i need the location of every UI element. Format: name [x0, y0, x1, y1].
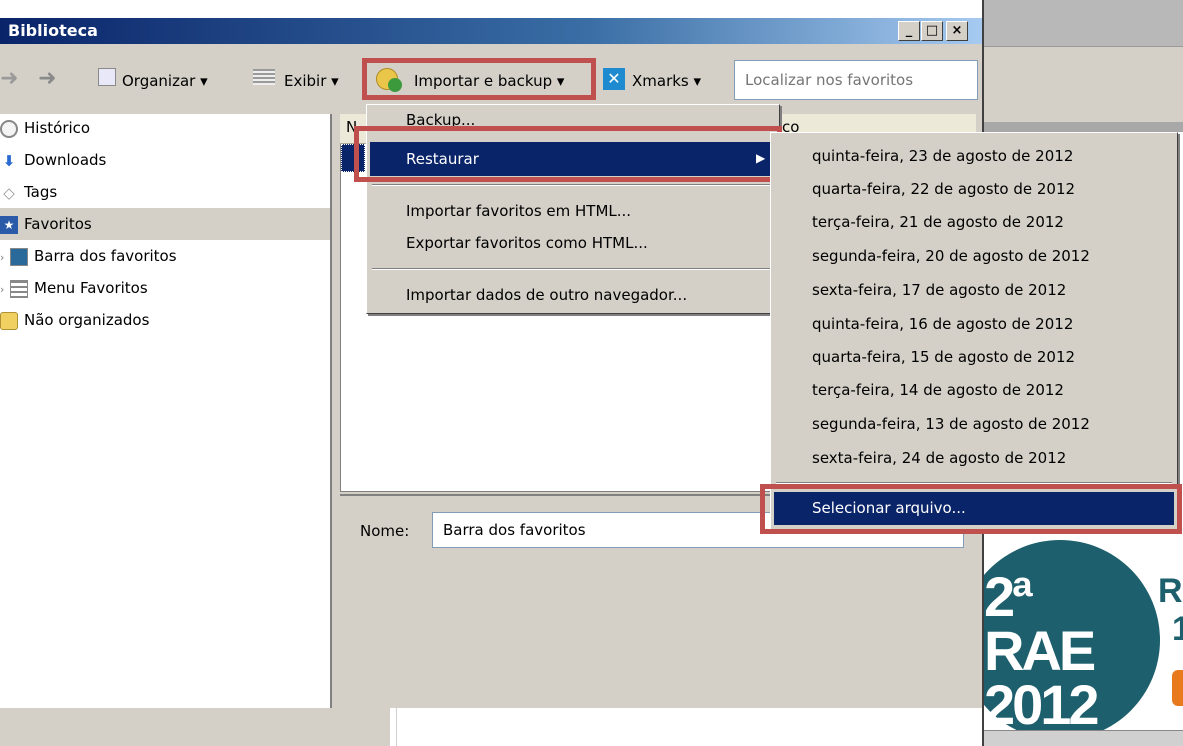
- backup-date-item[interactable]: quarta-feira, 22 de agosto de 2012: [774, 173, 1174, 206]
- close-button[interactable]: ×: [946, 21, 968, 41]
- organize-icon: [98, 68, 116, 86]
- tree-item-nao-organizados[interactable]: Não organizados: [0, 304, 330, 336]
- name-label: Nome:: [360, 522, 410, 540]
- tree-item-label: Tags: [24, 183, 58, 201]
- backup-date-item[interactable]: sexta-feira, 24 de agosto de 2012: [774, 442, 1174, 475]
- organize-menu-button[interactable]: Organizar ▾: [122, 72, 208, 90]
- background-toolbar: [984, 46, 1183, 122]
- backup-date-item[interactable]: terça-feira, 21 de agosto de 2012: [774, 206, 1174, 239]
- background-divider: [984, 122, 1183, 132]
- backup-date-item[interactable]: segunda-feira, 13 de agosto de 2012: [774, 408, 1174, 441]
- forward-arrow-icon[interactable]: ➜: [38, 66, 56, 91]
- restaurar-highlight: [354, 126, 782, 182]
- tree-item-menu-favoritos[interactable]: › Menu Favoritos: [0, 272, 330, 304]
- star-icon: ★: [0, 215, 18, 234]
- menu-item-exportar-html[interactable]: Exportar favoritos como HTML...: [370, 226, 776, 260]
- download-arrow-icon: ⬇: [2, 151, 16, 170]
- xmarks-menu-button[interactable]: Xmarks ▾: [632, 72, 701, 90]
- backup-date-item[interactable]: quinta-feira, 23 de agosto de 2012: [774, 140, 1174, 173]
- bookmarks-menu-icon: [10, 279, 28, 298]
- tree-item-label: Não organizados: [24, 311, 150, 329]
- tree-item-label: Favoritos: [24, 215, 92, 233]
- tree-item-label: Downloads: [24, 151, 107, 169]
- menu-separator: [372, 184, 772, 186]
- window-titlebar: Biblioteca: [0, 18, 982, 44]
- background-titlebar: [984, 0, 1183, 46]
- window-top-area: [0, 0, 982, 18]
- tree-item-historico[interactable]: Histórico: [0, 112, 330, 144]
- clock-icon: [0, 119, 18, 138]
- chevron-right-icon[interactable]: ›: [0, 242, 10, 274]
- tree-item-label: Barra dos favoritos: [34, 247, 177, 265]
- backup-date-item[interactable]: terça-feira, 14 de agosto de 2012: [774, 374, 1174, 407]
- tree-item-label: Histórico: [24, 119, 91, 137]
- menu-item-importar-dados[interactable]: Importar dados de outro navegador...: [370, 278, 776, 312]
- rae-logo-text: 2ª RAE 2012: [984, 565, 1144, 736]
- backup-date-item[interactable]: quinta-feira, 16 de agosto de 2012: [774, 308, 1174, 341]
- menu-separator: [372, 268, 772, 270]
- menu-item-importar-html[interactable]: Importar favoritos em HTML...: [370, 194, 776, 228]
- rae-logo-line2: 2012: [984, 673, 1100, 736]
- tree-item-downloads[interactable]: ⬇ Downloads: [0, 144, 330, 176]
- tree-item-label: Menu Favoritos: [34, 279, 148, 297]
- xmarks-icon: ✕: [603, 68, 625, 90]
- tree-item-tags[interactable]: ◇ Tags: [0, 176, 330, 208]
- backup-date-item[interactable]: sexta-feira, 17 de agosto de 2012: [774, 274, 1174, 307]
- bottom-left-area: [0, 708, 390, 746]
- backup-date-item[interactable]: segunda-feira, 20 de agosto de 2012: [774, 240, 1174, 273]
- chevron-right-icon[interactable]: ›: [0, 274, 10, 306]
- bottom-page-content: [396, 708, 892, 746]
- select-file-highlight: [760, 484, 1182, 534]
- tree-item-barra-favoritos[interactable]: › Barra dos favoritos: [0, 240, 330, 272]
- back-arrow-icon[interactable]: ➜: [0, 66, 18, 91]
- banner-side-text: Re: [1158, 572, 1183, 610]
- maximize-button[interactable]: □: [921, 21, 943, 41]
- backup-date-item[interactable]: quarta-feira, 15 de agosto de 2012: [774, 341, 1174, 374]
- minimize-button[interactable]: _: [898, 21, 920, 41]
- bookmarks-toolbar-icon: [10, 247, 28, 266]
- banner-orange-accent: [1172, 670, 1183, 706]
- tag-icon: ◇: [3, 183, 15, 202]
- rae-logo-line1: 2ª RAE: [984, 565, 1096, 682]
- view-menu-button[interactable]: Exibir ▾: [284, 72, 339, 90]
- banner-side-text-2: 1: [1172, 610, 1183, 648]
- search-bookmarks-input[interactable]: [734, 60, 978, 100]
- tree-item-favoritos[interactable]: ★ Favoritos: [0, 208, 330, 240]
- unsorted-bookmarks-icon: [0, 311, 18, 330]
- view-list-icon: [253, 69, 275, 85]
- import-button-highlight: [362, 58, 596, 100]
